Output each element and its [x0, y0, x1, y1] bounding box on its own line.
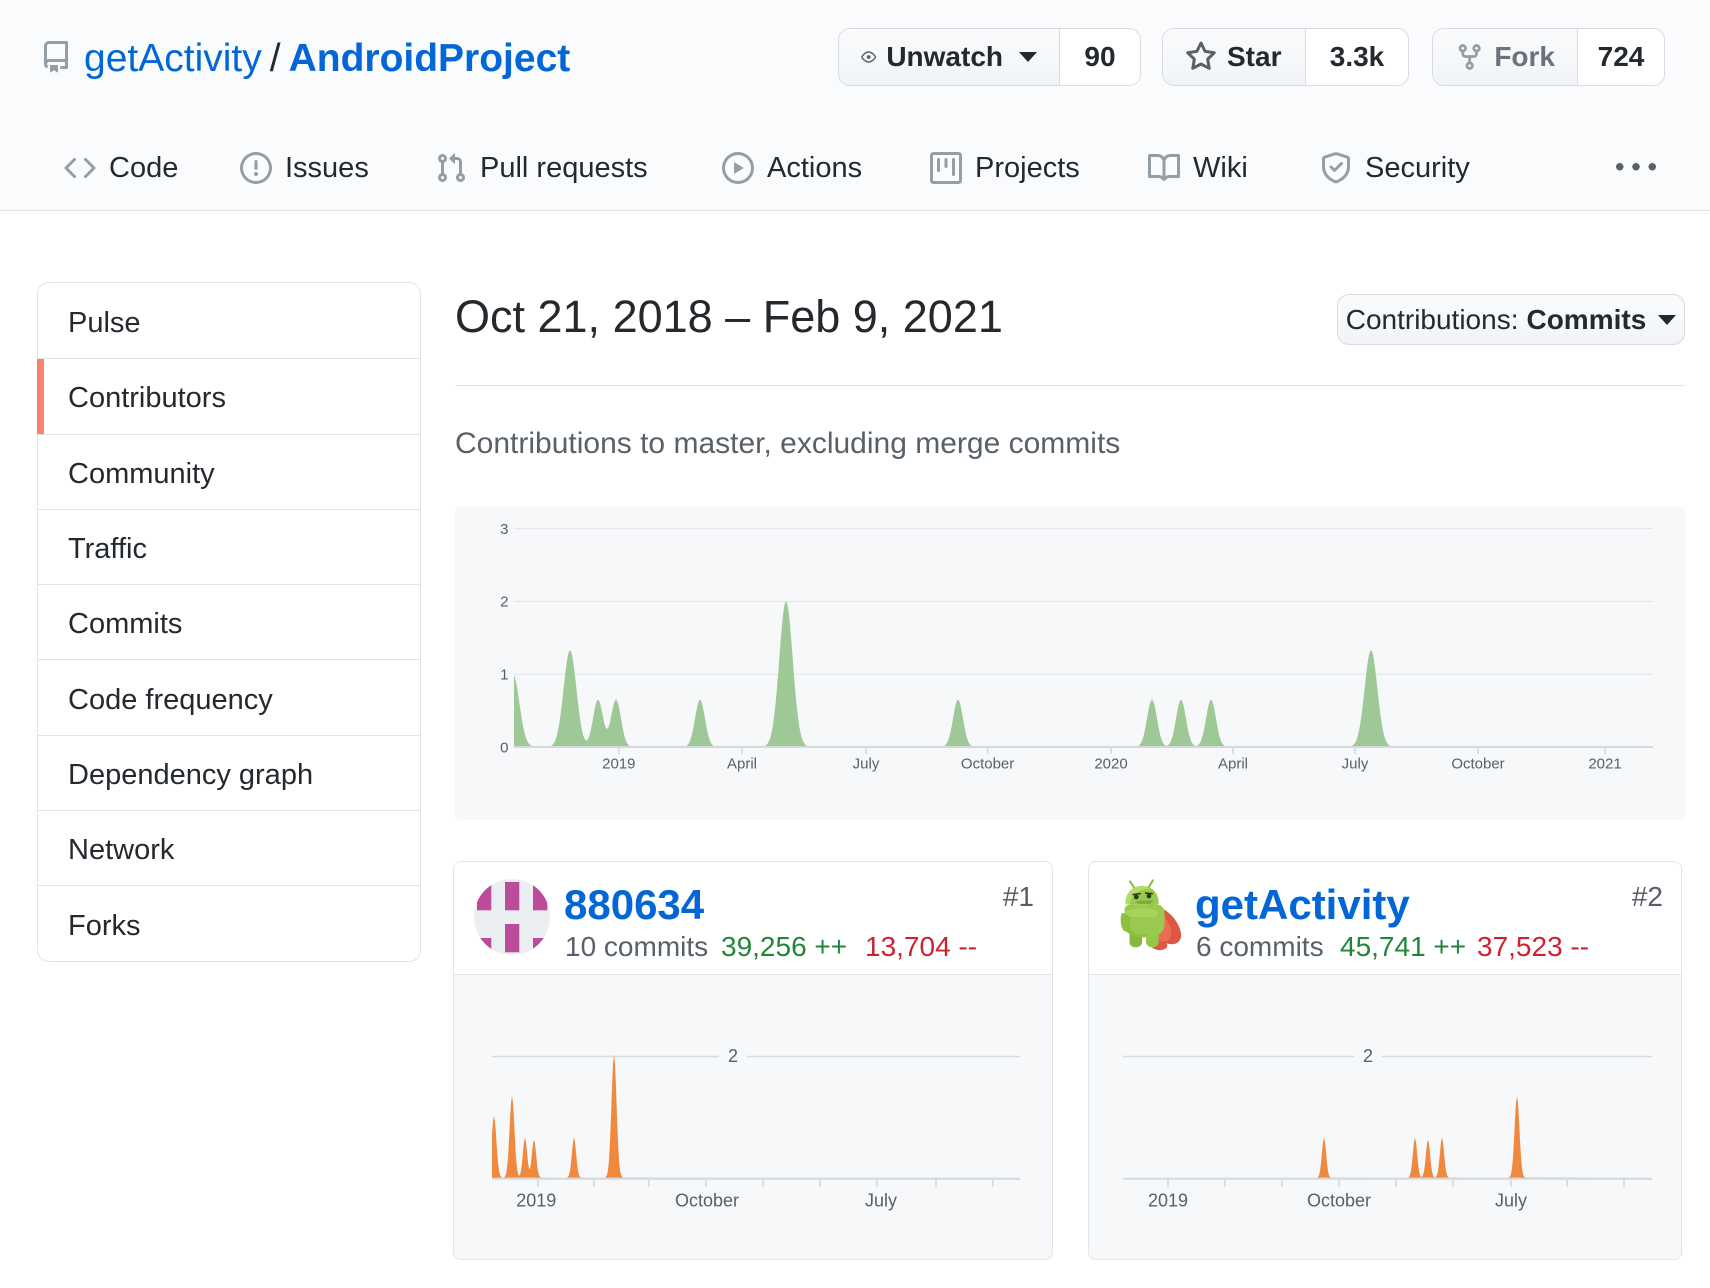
svg-text:2: 2 — [1363, 1046, 1373, 1066]
svg-text:2: 2 — [728, 1046, 738, 1066]
svg-text:2021: 2021 — [1588, 755, 1621, 772]
svg-text:1: 1 — [500, 667, 508, 684]
svg-text:October: October — [1451, 755, 1504, 772]
svg-text:July: July — [1342, 755, 1369, 772]
svg-text:July: July — [865, 1191, 897, 1211]
svg-text:2019: 2019 — [1148, 1191, 1188, 1211]
svg-text:October: October — [1307, 1191, 1371, 1211]
svg-text:3: 3 — [500, 521, 508, 538]
svg-text:October: October — [675, 1191, 739, 1211]
svg-text:2020: 2020 — [1094, 755, 1127, 772]
svg-text:July: July — [853, 755, 880, 772]
svg-text:April: April — [1218, 755, 1248, 772]
svg-text:July: July — [1495, 1191, 1527, 1211]
svg-text:0: 0 — [500, 739, 508, 756]
svg-text:April: April — [727, 755, 757, 772]
svg-text:October: October — [961, 755, 1014, 772]
svg-text:2019: 2019 — [602, 755, 635, 772]
svg-text:2019: 2019 — [516, 1191, 556, 1211]
svg-text:2: 2 — [500, 594, 508, 611]
